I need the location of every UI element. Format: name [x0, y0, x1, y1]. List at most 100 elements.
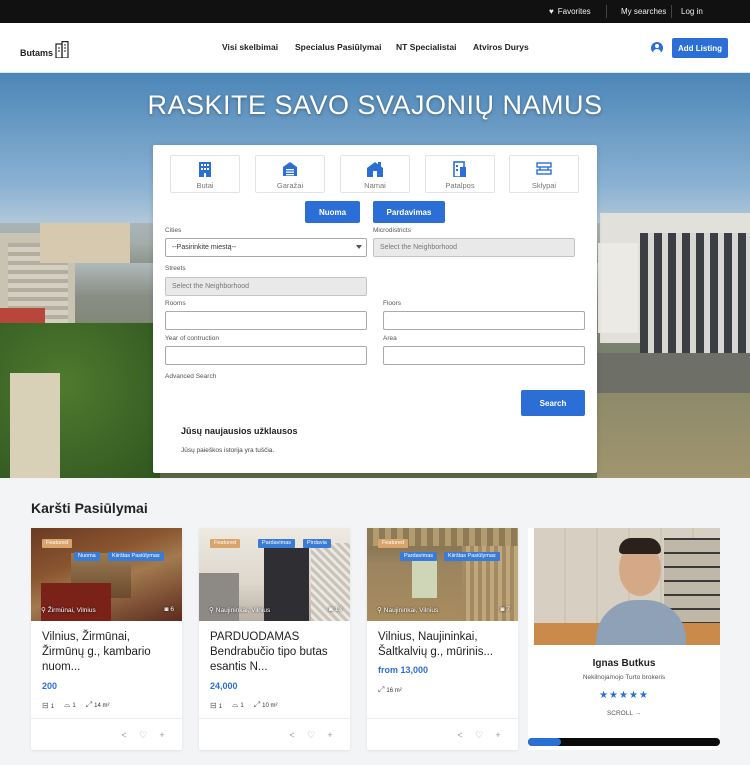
deal-badge: Nuoma [74, 552, 100, 561]
agent-card[interactable]: Ignas Butkus Nekilnojamojo Turto brokeri… [528, 528, 720, 750]
listing-card[interactable]: Featured Pardavimas Kiirštas Pasiūlymas … [367, 528, 518, 750]
type-tile-houses[interactable]: Namai [340, 155, 410, 193]
scroll-link[interactable]: SCROLL → [528, 710, 720, 717]
advanced-search-link[interactable]: Advanced Search [165, 373, 216, 380]
add-listing-button[interactable]: Add Listing [672, 38, 728, 58]
type-tile-premises[interactable]: Patalpos [425, 155, 495, 193]
streets-select[interactable]: Select the Neighborhood [165, 277, 367, 296]
featured-badge: Featured [378, 539, 409, 548]
type-label: Patalpos [445, 181, 475, 190]
microdistricts-label: Microdistricts [373, 227, 411, 234]
type-label: Namai [364, 181, 386, 190]
baths-value: 1 [240, 703, 244, 709]
listing-location: ⚲ Naujininkai, Vilnius [209, 606, 270, 615]
site-header: Butams Visi skelbimai Specialus Pasiūlym… [0, 23, 750, 73]
location-text: Naujininkai, Vilnius [383, 606, 439, 614]
compare-plus-icon[interactable]: + [323, 728, 337, 742]
listing-title[interactable]: Vilnius, Žirmūnai, Žirmūnų g., kambario … [42, 630, 174, 675]
cities-label: Cities [165, 227, 182, 234]
nav-open-house[interactable]: Atviros Durys [473, 42, 529, 52]
listing-title[interactable]: Vilnius, Naujininkai, Šaltkalvių g., mūr… [378, 630, 510, 660]
divider [199, 718, 350, 719]
featured-badge: Featured [42, 539, 73, 548]
hot-offer-badge: Kiirštas Pasiūlymas [444, 552, 500, 561]
rooms-input[interactable] [165, 311, 367, 330]
rooms-label: Rooms [165, 300, 186, 307]
listing-features: ⊟ 1 ⌓ 1 ⤢ 14 m² [42, 700, 109, 710]
nav-special-offers[interactable]: Specialus Pasiūlymai [295, 42, 381, 52]
chevron-down-icon [356, 245, 362, 249]
area-feature: ⤢ 10 m² [254, 700, 278, 710]
microdistricts-select[interactable]: Select the Neighborhood [373, 238, 575, 257]
favorites-link[interactable]: ♥ Favorites [549, 0, 591, 23]
area-feature: ⤢ 16 m² [378, 685, 402, 695]
listing-card[interactable]: Featured Pardavimas Pirdavia ⚲ Naujininka… [199, 528, 350, 750]
search-panel: Butai Garažai Namai Patalpos Sklypai Nuo… [153, 145, 597, 473]
bed-icon: ⊟ [210, 700, 217, 710]
nav-specialists[interactable]: NT Specialistai [396, 42, 456, 52]
heart-icon[interactable]: ♡ [136, 728, 150, 742]
cities-select-value: --Pasirinkite miestą-- [172, 244, 237, 251]
beds-feature: ⊟ 1 [42, 701, 54, 710]
type-tile-garages[interactable]: Garažai [255, 155, 325, 193]
area-icon: ⤢ [378, 685, 385, 694]
user-account-icon[interactable] [651, 42, 663, 54]
heart-icon[interactable]: ♡ [472, 728, 486, 742]
sale-toggle-button[interactable]: Pardavimas [373, 201, 445, 223]
scrollbar-thumb[interactable] [528, 738, 561, 746]
nav-all-listings[interactable]: Visi skelbimai [222, 42, 278, 52]
logo[interactable]: Butams [20, 40, 69, 58]
listing-title[interactable]: PARDUODAMAS Bendrabučio tipo butas esant… [210, 630, 342, 675]
cities-select[interactable]: --Pasirinkite miestą-- [165, 238, 367, 257]
hot-offers-title: Karšti Pasiūlymai [31, 500, 148, 516]
listing-location: ⚲ Naujininkai, Vilnius [377, 606, 439, 615]
hot-offer-badge: Kiirštas Pasiūlymas [108, 552, 164, 561]
hero-title: RASKITE SAVO SVAJONIŲ NAMUS [147, 90, 603, 120]
carousel-scrollbar[interactable] [528, 738, 720, 746]
compare-plus-icon[interactable]: + [155, 728, 169, 742]
camera-icon: ◙ [328, 606, 333, 613]
divider [606, 5, 607, 18]
area-value: 14 m² [94, 703, 110, 709]
rent-toggle-button[interactable]: Nuoma [305, 201, 360, 223]
share-icon[interactable]: < [285, 728, 299, 742]
compare-plus-icon[interactable]: + [491, 728, 505, 742]
map-pin-icon: ⚲ [209, 607, 214, 614]
share-icon[interactable]: < [453, 728, 467, 742]
photo-count: ◙ 6 [164, 606, 174, 613]
area-input[interactable] [383, 346, 585, 365]
beds-feature: ⊟ 1 [210, 701, 222, 710]
type-tile-plots[interactable]: Sklypai [509, 155, 579, 193]
search-button[interactable]: Search [521, 390, 585, 416]
deal-badge: Pardavimas [400, 552, 438, 561]
agent-role: Nekilnojamojo Turto brokeris [582, 674, 666, 681]
listing-price: 24,000 [210, 681, 238, 691]
photo-count-value: 13 [334, 606, 342, 613]
logo-text: Butams [20, 48, 54, 58]
listing-card[interactable]: Featured Nuoma Kiirštas Pasiūlymas ⚲ Žirm… [31, 528, 182, 750]
heart-icon[interactable]: ♡ [304, 728, 318, 742]
year-input[interactable] [165, 346, 367, 365]
year-label: Year of contruction [165, 335, 219, 342]
listing-photo[interactable]: Featured Nuoma Kiirštas Pasiūlymas ⚲ Žirm… [31, 528, 182, 621]
type-label: Sklypai [531, 181, 557, 190]
floors-input[interactable] [383, 311, 585, 330]
favorites-label: Favorites [557, 7, 591, 16]
area-value: 16 m² [386, 688, 402, 694]
type-tile-apartments[interactable]: Butai [170, 155, 240, 193]
share-icon[interactable]: < [117, 728, 131, 742]
photo-count-value: 7 [506, 606, 510, 613]
baths-feature: ⌓ 1 [64, 700, 76, 710]
my-searches-link[interactable]: My searches [621, 0, 666, 23]
listing-price: from 13,000 [378, 665, 429, 675]
beds-value: 1 [50, 703, 55, 710]
listing-photo[interactable]: Featured Pardavimas Pirdavia ⚲ Naujininka… [199, 528, 350, 621]
login-link[interactable]: Log in [681, 0, 703, 23]
building-icon [171, 161, 239, 179]
area-label: Area [383, 335, 397, 342]
listing-photo[interactable]: Featured Pardavimas Kiirštas Pasiūlymas … [367, 528, 518, 621]
star-rating-icon: ★★★★★ [599, 690, 649, 701]
baths-feature: ⌓ 1 [232, 700, 244, 710]
location-text: Žirmūnai, Vilnius [47, 606, 96, 614]
recent-searches-title: Jūsų naujausios užklausos [181, 426, 298, 436]
